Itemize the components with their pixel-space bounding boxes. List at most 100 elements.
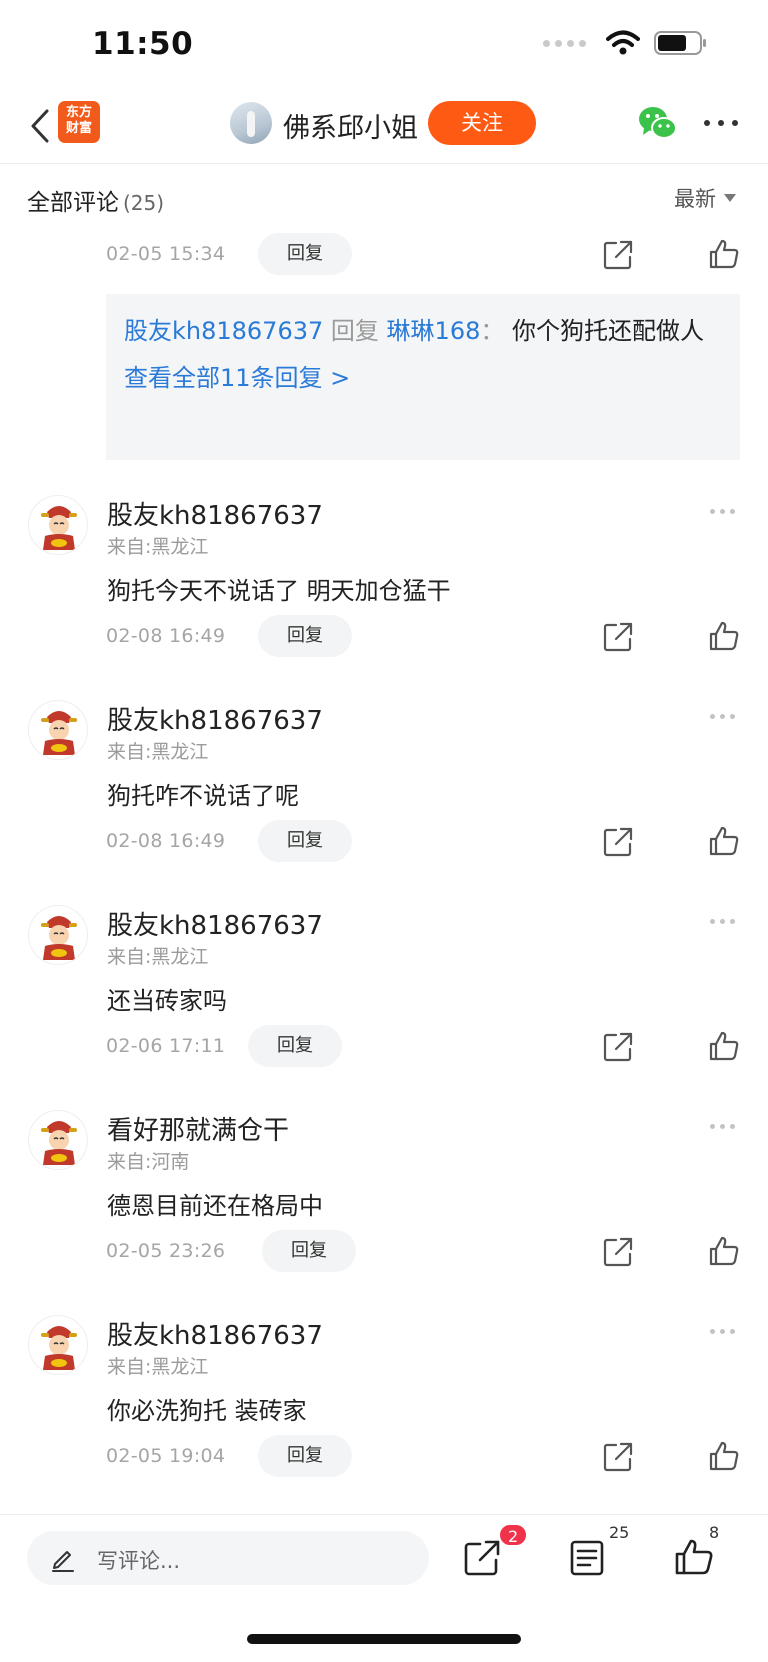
author-name[interactable]: 佛系邱小姐 xyxy=(283,106,418,145)
dot-icon xyxy=(720,1124,725,1129)
comment-meta-row: 02-06 17:11 回复 xyxy=(106,1025,746,1069)
share-icon[interactable] xyxy=(602,1236,634,1268)
commenter-avatar[interactable] xyxy=(28,1315,88,1375)
sort-label: 最新 xyxy=(674,187,716,211)
dot-icon xyxy=(710,1124,715,1129)
share-icon[interactable] xyxy=(463,1539,501,1577)
commenter-name[interactable]: 股友kh81867637 xyxy=(107,1315,323,1352)
reply-button[interactable]: 回复 xyxy=(258,615,352,657)
cellular-signal-icon xyxy=(543,39,586,47)
reply-button[interactable]: 回复 xyxy=(262,1230,356,1272)
reply-from-user[interactable]: 股友kh81867637 xyxy=(124,317,323,345)
comment-date: 02-06 17:11 xyxy=(106,1035,226,1057)
thumbs-up-icon[interactable] xyxy=(708,620,740,652)
share-icon[interactable] xyxy=(602,621,634,653)
comments-header: 全部评论 (25) 最新 xyxy=(0,165,768,227)
comments-list-icon[interactable] xyxy=(568,1539,606,1577)
battery-icon xyxy=(654,31,706,55)
comment-text: 狗托咋不说话了呢 xyxy=(107,782,299,810)
app-logo[interactable]: 东方 财富 xyxy=(58,101,100,143)
app-logo-line-2: 财富 xyxy=(65,121,92,136)
comment-item: 股友kh81867637 来自:黑龙江 还当砖家吗 02-06 17:11 回复 xyxy=(0,905,768,1111)
sort-dropdown[interactable]: 最新 xyxy=(674,183,736,213)
dot-icon xyxy=(730,919,735,924)
wifi-icon xyxy=(606,30,640,55)
commenter-region: 来自:黑龙江 xyxy=(107,536,209,558)
status-icons xyxy=(543,30,708,56)
comments-title-label: 全部评论 xyxy=(27,190,119,216)
follow-button[interactable]: 关注 xyxy=(428,101,536,145)
comment-meta-row: 02-05 23:26 回复 xyxy=(106,1230,746,1274)
thumbs-up-icon[interactable] xyxy=(708,1235,740,1267)
thumbs-up-icon[interactable] xyxy=(674,1537,714,1577)
thumbs-up-icon[interactable] xyxy=(708,238,740,270)
app-logo-line-1: 东方 xyxy=(65,105,92,120)
comment-item: 股友kh81867637 来自:黑龙江 你必洗狗托 装砖家 02-05 19:0… xyxy=(0,1315,768,1521)
commenter-name[interactable]: 股友kh81867637 xyxy=(107,905,323,942)
comment-date: 02-05 23:26 xyxy=(106,1240,226,1262)
commenter-name[interactable]: 看好那就满仓干 xyxy=(107,1110,289,1147)
status-bar: 11:50 xyxy=(0,0,768,92)
reply-button[interactable]: 回复 xyxy=(258,1435,352,1477)
dot-icon xyxy=(730,1329,735,1334)
share-icon[interactable] xyxy=(602,826,634,858)
reply-to-user[interactable]: 琳琳168 xyxy=(387,317,481,345)
commenter-avatar[interactable] xyxy=(28,700,88,760)
comment-item: 股友kh81867637 来自:黑龙江 狗托今天不说话了 明天加仓猛干 02-0… xyxy=(0,495,768,701)
chevron-left-icon xyxy=(31,109,49,143)
back-button[interactable] xyxy=(22,104,58,148)
dot-icon xyxy=(730,1124,735,1129)
dot-icon xyxy=(720,919,725,924)
comment-meta-row: 02-05 19:04 回复 xyxy=(106,1435,746,1479)
comment-text: 狗托今天不说话了 明天加仓猛干 xyxy=(107,577,451,605)
thumbs-up-icon[interactable] xyxy=(708,1440,740,1472)
pencil-icon xyxy=(52,1551,74,1572)
dot-icon xyxy=(704,120,710,126)
share-icon[interactable] xyxy=(602,1441,634,1473)
thumbs-up-icon[interactable] xyxy=(708,825,740,857)
comment-text: 德恩目前还在格局中 xyxy=(107,1192,323,1220)
share-icon[interactable] xyxy=(602,239,634,271)
comment-item: 股友kh81867637 来自:黑龙江 狗托咋不说话了呢 02-08 16:49… xyxy=(0,700,768,906)
reply-button[interactable]: 回复 xyxy=(258,233,352,275)
view-all-replies-link[interactable]: 查看全部11条回复 > xyxy=(124,358,722,393)
commenter-name[interactable]: 股友kh81867637 xyxy=(107,495,323,532)
reply-button[interactable]: 回复 xyxy=(248,1025,342,1067)
nav-bar: 东方 财富 佛系邱小姐 关注 xyxy=(0,92,768,164)
comment-date: 02-08 16:49 xyxy=(106,625,226,647)
comment-meta-row: 02-08 16:49 回复 xyxy=(106,615,746,659)
author-avatar[interactable] xyxy=(230,102,272,144)
wechat-share-button[interactable] xyxy=(638,104,678,142)
write-comment-input[interactable]: 写评论... xyxy=(27,1531,429,1585)
dot-icon xyxy=(718,120,724,126)
thumbs-up-icon[interactable] xyxy=(708,1030,740,1062)
comment-more-button[interactable] xyxy=(710,1329,735,1334)
commenter-name[interactable]: 股友kh81867637 xyxy=(107,700,323,737)
fortune-god-avatar-icon xyxy=(41,916,77,960)
comment-more-button[interactable] xyxy=(710,509,735,514)
fortune-god-avatar-icon xyxy=(41,1121,77,1165)
more-options-button[interactable] xyxy=(704,104,738,142)
fortune-god-avatar-icon xyxy=(41,711,77,755)
comments-count: (25) xyxy=(123,191,165,215)
comment-date: 02-05 19:04 xyxy=(106,1445,226,1467)
reply-preview-box[interactable]: 股友kh81867637 回复 琳琳168： 你个狗托还配做人 查看全部11条回… xyxy=(106,294,740,460)
commenter-avatar[interactable] xyxy=(28,905,88,965)
dot-icon xyxy=(710,919,715,924)
commenter-region: 来自:黑龙江 xyxy=(107,946,209,968)
comment-text: 你必洗狗托 装砖家 xyxy=(107,1397,307,1425)
commenter-region: 来自:黑龙江 xyxy=(107,741,209,763)
reply-button[interactable]: 回复 xyxy=(258,820,352,862)
dot-icon xyxy=(720,714,725,719)
comment-more-button[interactable] xyxy=(710,714,735,719)
commenter-avatar[interactable] xyxy=(28,1110,88,1170)
comments-title: 全部评论 (25) xyxy=(27,183,164,217)
comment-more-button[interactable] xyxy=(710,1124,735,1129)
share-count-badge: 2 xyxy=(498,1523,529,1547)
reply-colon: ： xyxy=(480,317,505,345)
share-icon[interactable] xyxy=(602,1031,634,1063)
like-count-label: 8 xyxy=(709,1523,720,1542)
reply-preview-line: 股友kh81867637 回复 琳琳168： 你个狗托还配做人 xyxy=(124,310,722,352)
comment-more-button[interactable] xyxy=(710,919,735,924)
commenter-avatar[interactable] xyxy=(28,495,88,555)
